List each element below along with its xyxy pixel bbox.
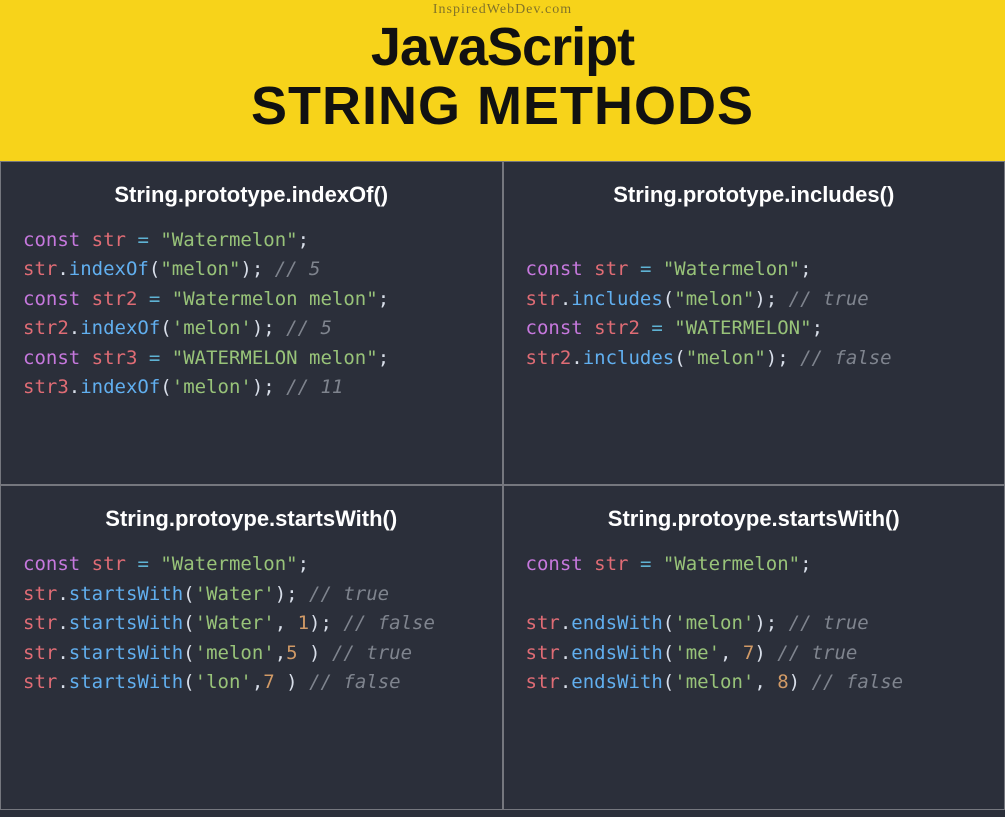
cell-endswith: String.protoype.startsWith() const str =… bbox=[503, 485, 1005, 810]
methods-grid: String.prototype.indexOf() const str = "… bbox=[0, 161, 1005, 810]
code-block: const str = "Watermelon"; str.includes("… bbox=[526, 226, 983, 373]
code-block: const str = "Watermelon"; str.endsWith('… bbox=[526, 550, 983, 697]
cell-title: String.prototype.includes() bbox=[526, 182, 983, 208]
cell-indexof: String.prototype.indexOf() const str = "… bbox=[0, 161, 503, 486]
title-line-2: STRING METHODS bbox=[0, 77, 1005, 136]
cell-title: String.protoype.startsWith() bbox=[23, 506, 480, 532]
code-block: const str = "Watermelon"; str.indexOf("m… bbox=[23, 226, 480, 403]
code-block: const str = "Watermelon"; str.startsWith… bbox=[23, 550, 480, 697]
cell-title: String.prototype.indexOf() bbox=[23, 182, 480, 208]
source-url: InspiredWebDev.com bbox=[0, 0, 1005, 18]
cell-title: String.protoype.startsWith() bbox=[526, 506, 983, 532]
cell-includes: String.prototype.includes() const str = … bbox=[503, 161, 1005, 486]
header: InspiredWebDev.com JavaScript STRING MET… bbox=[0, 0, 1005, 161]
cell-startswith: String.protoype.startsWith() const str =… bbox=[0, 485, 503, 810]
title-line-1: JavaScript bbox=[0, 18, 1005, 77]
